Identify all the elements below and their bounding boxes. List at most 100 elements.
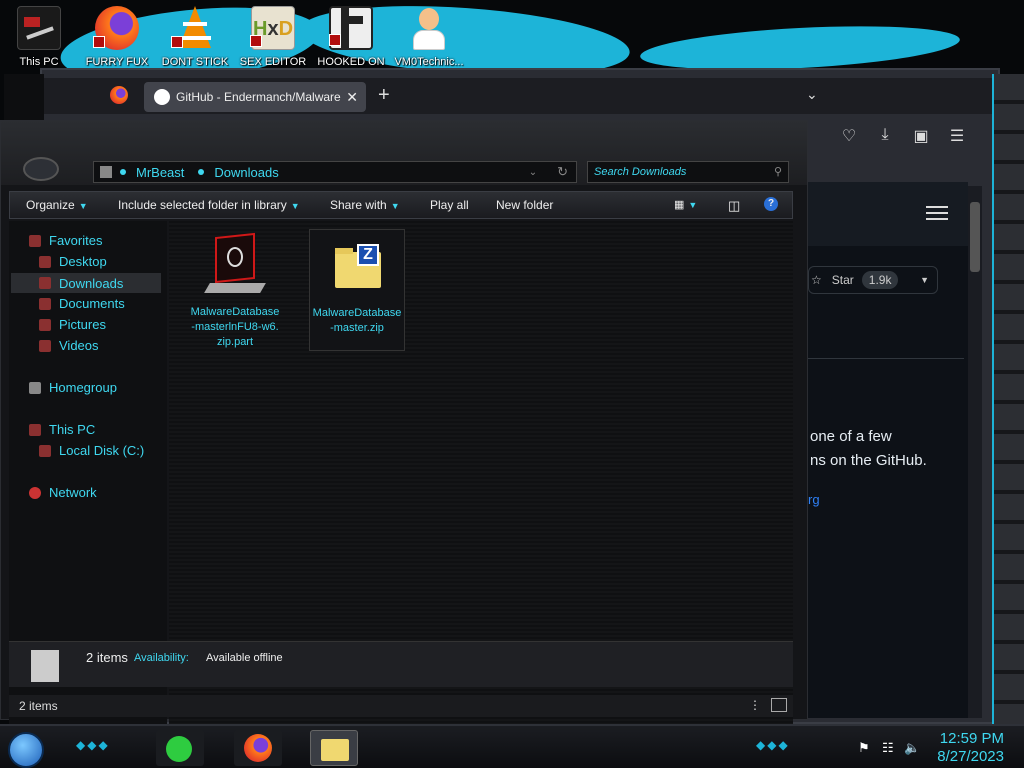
hamburger-menu-icon[interactable] [926, 206, 948, 220]
breadcrumb-item[interactable]: Downloads [214, 165, 278, 180]
change-view-icon[interactable]: ▦ ▼ [674, 198, 697, 211]
file-item[interactable]: Z MalwareDatabase -master.zip [309, 229, 405, 351]
details-view-icon[interactable]: ⋮ [749, 698, 761, 712]
desktop-icon-hex-editor[interactable]: HxD SEX EDITOR [236, 6, 310, 68]
hex-editor-icon: HxD [250, 6, 295, 50]
system-clock[interactable]: 12:59 PM 8/27/2023 [937, 730, 1004, 766]
nav-desktop[interactable]: Desktop [39, 254, 107, 269]
star-button[interactable]: ☆ Star 1.9k ▼ [808, 266, 938, 294]
preview-pane-icon[interactable]: ◫ [728, 198, 740, 214]
nav-favorites[interactable]: Favorites [29, 233, 102, 248]
browser-tab-github[interactable]: GitHub - Endermanch/Malware ✕ [144, 82, 366, 112]
search-input[interactable]: Search Downloads ⚲ [587, 161, 789, 183]
github-icon [154, 89, 170, 105]
taskbar-decoration: ◆◆◆ [76, 738, 110, 752]
play-all-button[interactable]: Play all [430, 198, 469, 212]
extensions-icon[interactable]: ▣ [910, 126, 932, 148]
repo-description-line: one of a few [810, 428, 892, 445]
network-icon[interactable]: ☷ [882, 740, 894, 756]
repo-link[interactable]: rg [808, 492, 820, 507]
newfolder-label: New folder [496, 198, 554, 212]
help-icon[interactable]: ? [764, 197, 778, 211]
desktop-icon-label: HOOKED ON [317, 56, 385, 68]
nav-pictures[interactable]: Pictures [39, 317, 106, 332]
chevron-down-icon[interactable]: ▼ [920, 275, 929, 285]
close-tab-icon[interactable]: ✕ [346, 89, 358, 106]
tab-title: GitHub - Endermanch/Malware [176, 90, 341, 104]
desktop-icon-vlc[interactable]: DONT STICK [158, 6, 232, 68]
scrollbar-thumb[interactable] [970, 202, 980, 272]
divider [808, 358, 964, 359]
file-item[interactable]: MalwareDatabase -masterlnFU8-w6. zip.par… [187, 232, 283, 350]
chevron-down-icon[interactable]: ⌄ [529, 167, 537, 178]
address-bar[interactable]: MrBeast Downloads ⌄ ↻ [93, 161, 577, 183]
repo-description-line: ns on the GitHub. [810, 452, 927, 469]
desktop-icon [39, 255, 51, 268]
taskbar-firefox[interactable] [234, 730, 282, 766]
status-text: 2 items [19, 699, 58, 713]
notes-icon [166, 736, 192, 762]
firefox-icon[interactable] [110, 86, 128, 104]
computer-icon [17, 6, 61, 50]
breadcrumb-item[interactable]: MrBeast [136, 165, 184, 180]
include-in-library-button[interactable]: Include selected folder in library ▼ [118, 198, 300, 212]
separator-dot [198, 169, 205, 175]
availability-label: Availability: [134, 652, 189, 664]
back-forward-icon[interactable] [23, 157, 59, 181]
app-icon [329, 6, 373, 50]
nav-documents[interactable]: Documents [39, 296, 125, 311]
volume-icon[interactable]: 🔈 [904, 740, 920, 756]
nav-local-disk[interactable]: Local Disk (C:) [39, 443, 144, 458]
nav-downloads[interactable]: Downloads [11, 273, 161, 293]
taskbar-file-explorer[interactable] [310, 730, 358, 766]
taskbar-decoration: ◆◆◆ [756, 738, 790, 752]
refresh-icon[interactable]: ↻ [557, 164, 568, 180]
details-pane: 2 items Availability: Available offline [9, 641, 793, 687]
browser-tab-bar: GitHub - Endermanch/Malware ✕ + ⌄ [42, 78, 998, 114]
new-tab-button[interactable]: + [378, 84, 390, 107]
organize-button[interactable]: Organize ▼ [26, 198, 88, 212]
file-explorer-window[interactable]: MrBeast Downloads ⌄ ↻ Search Downloads ⚲… [0, 120, 808, 733]
zip-folder-icon: Z [325, 234, 389, 298]
chevron-down-icon: ▼ [290, 201, 300, 211]
nav-label: This PC [49, 422, 96, 437]
file-name: MalwareDatabase [312, 307, 402, 319]
downloads-icon[interactable]: ⤓ [874, 126, 896, 148]
chevron-down-icon: ▼ [390, 201, 400, 211]
desktop-icon-firefox[interactable]: FURRY FUX [80, 6, 154, 68]
nav-videos[interactable]: Videos [39, 338, 99, 353]
nav-homegroup[interactable]: Homegroup [29, 380, 117, 395]
large-icons-view-icon[interactable] [771, 698, 787, 712]
list-tabs-chevron-icon[interactable]: ⌄ [806, 86, 818, 103]
nav-label: Homegroup [49, 380, 117, 395]
taskbar-notes-app[interactable] [156, 730, 204, 766]
organize-label: Organize [26, 198, 75, 212]
nav-label: Downloads [59, 275, 124, 291]
folder-icon [100, 166, 112, 178]
action-center-flag-icon[interactable]: ⚑ [858, 740, 870, 756]
availability-value: Available offline [206, 652, 283, 664]
search-placeholder: Search Downloads [594, 166, 687, 178]
nav-network[interactable]: Network [29, 485, 97, 500]
share-with-button[interactable]: Share with ▼ [330, 198, 400, 212]
videos-icon [39, 339, 51, 352]
desktop-icon-label: VM0Technic... [394, 56, 464, 68]
star-label: Star [831, 273, 854, 287]
desktop-icon-this-pc[interactable]: This PC [2, 6, 76, 68]
homegroup-icon [29, 381, 41, 394]
firefox-icon [93, 6, 139, 50]
share-label: Share with [330, 198, 387, 212]
pocket-icon[interactable]: ♡ [838, 126, 860, 148]
nav-this-pc[interactable]: This PC [29, 422, 95, 437]
menu-icon[interactable]: ☰ [946, 126, 968, 148]
new-folder-button[interactable]: New folder [496, 198, 553, 212]
start-button[interactable] [8, 732, 44, 768]
browser-scrollbar[interactable] [968, 186, 982, 718]
desktop-icon-hooked-on[interactable]: HOOKED ON [314, 6, 388, 68]
desktop-icon-label: SEX EDITOR [239, 56, 307, 68]
clock-time: 12:59 PM [939, 730, 1004, 747]
clock-date: 8/27/2023 [937, 748, 1004, 765]
desktop-icon-label: This PC [19, 56, 59, 68]
desktop-icon-vm0technic[interactable]: VM0Technic... [392, 6, 466, 68]
pictures-icon [39, 318, 51, 331]
